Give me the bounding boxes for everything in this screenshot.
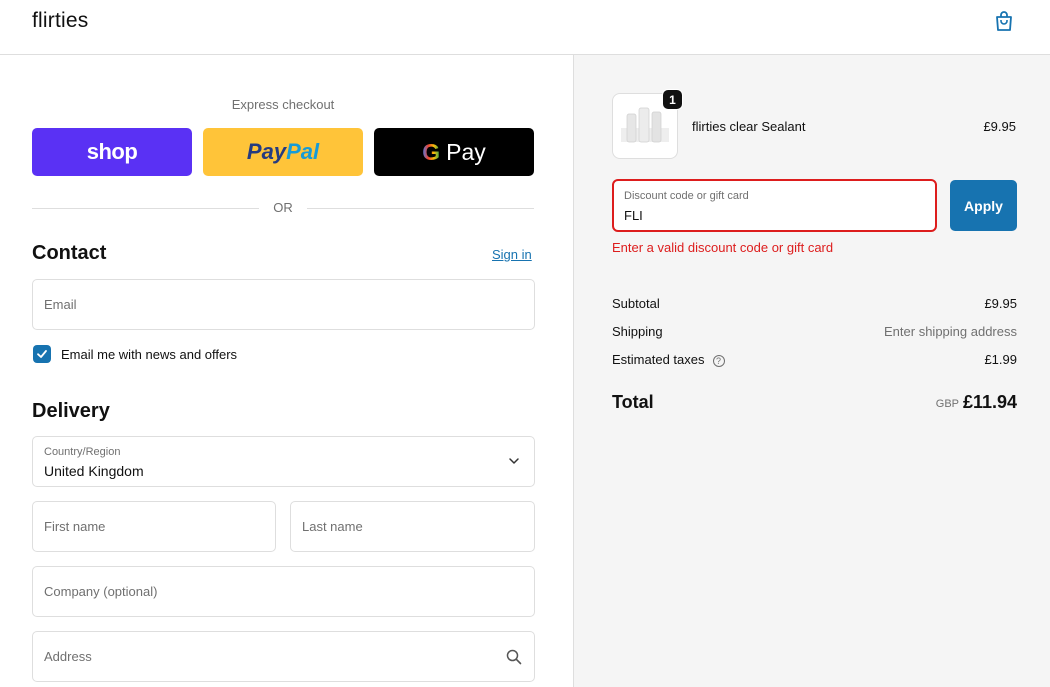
google-pay-button[interactable]: G Pay <box>374 128 534 176</box>
site-header: flirties <box>0 0 1050 55</box>
country-select[interactable]: Country/Region United Kingdom <box>32 436 535 487</box>
paypal-label-part2: Pal <box>286 139 320 164</box>
shipping-row: Shipping Enter shipping address <box>612 324 1017 339</box>
checkout-form: Express checkout shop Pay Pal G Pay OR Co… <box>0 55 573 687</box>
express-checkout-title: Express checkout <box>231 97 335 112</box>
address-placeholder: Address <box>44 649 92 664</box>
order-summary: 1 flirties clear Sealant £9.95 Discount … <box>573 55 1050 687</box>
contact-heading: Contact <box>32 242 107 264</box>
help-icon[interactable]: ? <box>712 355 725 367</box>
country-value: United Kingdom <box>44 463 144 479</box>
paypal-button[interactable]: Pay Pal <box>203 128 363 176</box>
store-logo[interactable]: flirties <box>32 9 88 33</box>
company-placeholder: Company (optional) <box>44 584 158 599</box>
address-field[interactable]: Address <box>32 631 535 682</box>
total-label: Total <box>612 392 654 412</box>
taxes-label: Estimated taxes <box>612 352 705 367</box>
total-value: £11.94 <box>962 392 1017 412</box>
email-field[interactable]: Email <box>32 279 535 330</box>
subtotal-value: £9.95 <box>984 296 1017 311</box>
total-currency: GBP <box>935 398 959 410</box>
discount-error: Enter a valid discount code or gift card <box>612 240 834 255</box>
or-text: OR <box>273 200 293 215</box>
company-field[interactable]: Company (optional) <box>32 566 535 617</box>
apply-button[interactable]: Apply <box>950 180 1017 231</box>
subtotal-row: Subtotal £9.95 <box>612 296 1017 311</box>
shop-pay-label: shop <box>86 139 138 164</box>
total-row: Total GBP £11.94 <box>612 392 1017 416</box>
product-name: flirties clear Sealant <box>692 119 806 134</box>
shipping-label: Shipping <box>612 324 663 339</box>
country-label: Country/Region <box>44 446 121 458</box>
first-name-placeholder: First name <box>44 519 106 534</box>
first-name-field[interactable]: First name <box>32 501 276 552</box>
last-name-placeholder: Last name <box>302 519 363 534</box>
discount-value: FLI <box>624 208 643 223</box>
discount-code-input[interactable]: Discount code or gift card FLI <box>612 179 937 232</box>
taxes-value: £1.99 <box>984 352 1017 367</box>
or-divider: OR <box>32 200 534 216</box>
google-pay-label: Pay <box>446 138 486 165</box>
shipping-value: Enter shipping address <box>884 324 1017 339</box>
chevron-down-icon <box>509 458 519 464</box>
sign-in-link[interactable]: Sign in <box>492 247 532 262</box>
search-icon[interactable] <box>506 649 522 665</box>
checkmark-icon <box>37 350 47 358</box>
discount-label: Discount code or gift card <box>624 190 749 202</box>
google-g-icon: G <box>422 138 441 165</box>
product-price: £9.95 <box>983 119 1016 134</box>
delivery-heading: Delivery <box>32 400 110 422</box>
shopping-bag-icon[interactable] <box>992 9 1016 33</box>
quantity-badge: 1 <box>662 89 683 110</box>
newsletter-label: Email me with news and offers <box>61 347 238 362</box>
newsletter-checkbox[interactable] <box>33 345 51 363</box>
paypal-label-part1: Pay <box>246 139 287 164</box>
shop-pay-button[interactable]: shop <box>32 128 192 176</box>
subtotal-label: Subtotal <box>612 296 660 311</box>
last-name-field[interactable]: Last name <box>290 501 535 552</box>
taxes-row: Estimated taxes? £1.99 <box>612 352 1017 367</box>
email-placeholder: Email <box>44 297 77 312</box>
